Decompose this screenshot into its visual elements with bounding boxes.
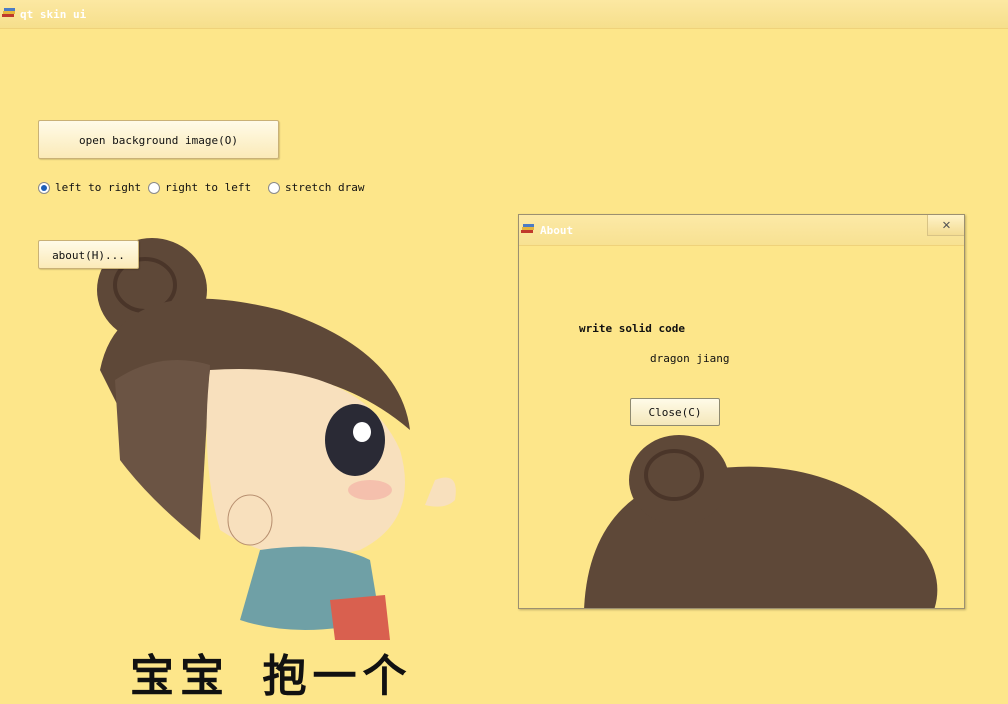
about-author: dragon jiang xyxy=(650,352,730,365)
radio-label: left to right xyxy=(55,181,142,194)
about-button[interactable]: about(H)... xyxy=(38,240,139,269)
main-titlebar[interactable]: qt skin ui xyxy=(0,0,1008,29)
book-icon xyxy=(2,8,15,17)
radio-label: right to left xyxy=(165,181,252,194)
radio-circle[interactable] xyxy=(148,182,160,194)
dialog-background-image xyxy=(584,435,938,608)
radio-circle[interactable] xyxy=(38,182,50,194)
about-heading: write solid code xyxy=(579,322,685,335)
about-dialog-titlebar[interactable]: About ✕ xyxy=(519,215,964,246)
radio-circle[interactable] xyxy=(268,182,280,194)
close-button[interactable]: Close(C) xyxy=(630,398,720,426)
about-dialog: About ✕ write solid code dragon jiang Cl… xyxy=(518,214,965,609)
open-background-image-button[interactable]: open background image(O) xyxy=(38,120,279,159)
radio-label: stretch draw xyxy=(285,181,365,194)
close-icon[interactable]: ✕ xyxy=(927,215,964,236)
book-icon xyxy=(521,224,534,233)
about-dialog-title: About xyxy=(540,224,574,237)
background-image-text: 宝宝 抱一个 xyxy=(130,651,413,702)
window-title: qt skin ui xyxy=(20,8,87,21)
